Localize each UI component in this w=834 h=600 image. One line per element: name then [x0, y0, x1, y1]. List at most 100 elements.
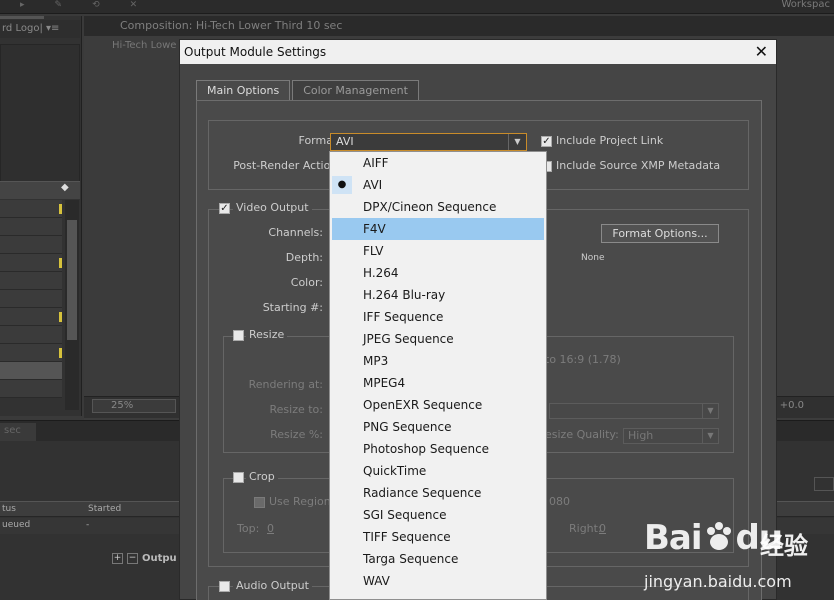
remove-output-icon[interactable]: −	[127, 553, 138, 564]
dropdown-item-f4v[interactable]: F4V	[332, 218, 544, 240]
list-item[interactable]	[0, 362, 62, 380]
dropdown-item-label: AIFF	[363, 156, 389, 170]
list-item[interactable]	[0, 290, 62, 308]
bullet-icon	[332, 528, 352, 546]
bullet-icon	[332, 286, 352, 304]
zoom-select[interactable]: 25%	[92, 399, 176, 413]
dropdown-item-label: MP3	[363, 354, 389, 368]
tab-main-options[interactable]: Main Options	[196, 80, 291, 100]
app-menubar: ▸ ✎ ⟲ ✕ Workspac	[0, 0, 834, 14]
dropdown-item-label: PNG Sequence	[363, 420, 452, 434]
dropdown-item-iff[interactable]: IFF Sequence	[330, 306, 546, 328]
composition-breadcrumb[interactable]: Hi-Tech Lowe	[112, 40, 176, 51]
dropdown-item-png[interactable]: PNG Sequence	[330, 416, 546, 438]
composition-tab[interactable]: Composition: Hi-Tech Lower Third 10 sec	[96, 18, 342, 36]
bullet-icon	[334, 220, 354, 238]
resize-quality-label: esize Quality:	[545, 428, 619, 441]
project-scrollbar[interactable]	[65, 200, 79, 410]
scroll-thumb[interactable]	[67, 220, 77, 340]
close-icon[interactable]: ✕	[755, 40, 768, 64]
list-item[interactable]	[0, 254, 62, 272]
dropdown-item-label: IFF Sequence	[363, 310, 444, 324]
chevron-down-icon: ▼	[702, 404, 718, 418]
resize-checkbox[interactable]	[233, 330, 244, 341]
resize-to-label: Resize to:	[269, 403, 324, 416]
dropdown-item-targa[interactable]: Targa Sequence	[330, 548, 546, 570]
dropdown-item-avi[interactable]: ● AVI	[330, 174, 546, 196]
resize-quality-select[interactable]: High ▼	[623, 428, 719, 444]
use-region-checkbox[interactable]	[254, 497, 265, 508]
dropdown-item-photoshop[interactable]: Photoshop Sequence	[330, 438, 546, 460]
resize-preset-select[interactable]: ▼	[549, 403, 719, 419]
dropdown-item-openexr[interactable]: OpenEXR Sequence	[330, 394, 546, 416]
panel-separator	[0, 16, 44, 19]
list-item[interactable]	[0, 200, 62, 218]
bullet-icon	[332, 330, 352, 348]
project-tab[interactable]: rd Logo| ▾≡	[0, 20, 80, 38]
list-item[interactable]	[0, 272, 62, 290]
crop-label: Crop	[246, 470, 278, 483]
crop-size-text: 080	[549, 495, 570, 508]
format-select[interactable]: AVI ▼	[330, 133, 527, 151]
tab-color-management[interactable]: Color Management	[292, 80, 419, 100]
timeline-tab[interactable]: sec	[0, 423, 36, 441]
dropdown-item-sgi[interactable]: SGI Sequence	[330, 504, 546, 526]
format-options-value: None	[581, 253, 605, 263]
row-status: ueued	[2, 520, 31, 530]
dropdown-item-mp3[interactable]: MP3	[330, 350, 546, 372]
bullet-icon	[332, 352, 352, 370]
audio-output-checkbox[interactable]	[219, 581, 230, 592]
bullet-icon	[332, 572, 352, 590]
starting-number-label: Starting #:	[262, 301, 323, 314]
list-item[interactable]	[0, 344, 62, 362]
dropdown-item-aiff[interactable]: AIFF	[330, 152, 546, 174]
bullet-icon	[332, 484, 352, 502]
bullet-icon: ●	[332, 176, 352, 194]
dropdown-item-h264-bluray[interactable]: H.264 Blu-ray	[330, 284, 546, 306]
label-color	[59, 204, 62, 214]
label-color	[59, 258, 62, 268]
dropdown-item-flv[interactable]: FLV	[330, 240, 546, 262]
list-item[interactable]	[0, 326, 62, 344]
dropdown-item-radiance[interactable]: Radiance Sequence	[330, 482, 546, 504]
dropdown-item-label: Targa Sequence	[363, 552, 459, 566]
crop-right-value[interactable]: 0	[599, 522, 606, 535]
format-options-button[interactable]: Format Options...	[601, 224, 719, 243]
watermark-cn-text: 经验	[760, 532, 808, 560]
dropdown-item-tiff[interactable]: TIFF Sequence	[330, 526, 546, 548]
dropdown-item-wav[interactable]: WAV	[330, 570, 546, 592]
dropdown-item-quicktime[interactable]: QuickTime	[330, 460, 546, 482]
video-output-checkbox[interactable]: ✓	[219, 203, 230, 214]
list-item[interactable]	[0, 380, 62, 398]
chevron-down-icon: ▼	[702, 429, 718, 443]
panel-control[interactable]	[814, 477, 834, 491]
composition-tabbar: Composition: Hi-Tech Lower Third 10 sec	[84, 16, 834, 36]
dropdown-item-jpeg[interactable]: JPEG Sequence	[330, 328, 546, 350]
coordinate-readout: +0.0	[779, 400, 804, 411]
dialog-tabs: Main Options Color Management	[196, 80, 419, 100]
bullet-icon	[332, 242, 352, 260]
list-item[interactable]	[0, 218, 62, 236]
bullet-icon	[332, 374, 352, 392]
crop-top-value[interactable]: 0	[267, 522, 274, 535]
column-started[interactable]: Started	[88, 504, 121, 514]
dropdown-item-label: F4V	[363, 222, 386, 236]
add-output-icon[interactable]: +	[112, 553, 123, 564]
crop-checkbox[interactable]	[233, 472, 244, 483]
depth-label: Depth:	[285, 251, 323, 264]
list-item[interactable]	[0, 236, 62, 254]
dropdown-item-h264[interactable]: H.264	[330, 262, 546, 284]
dropdown-item-label: QuickTime	[363, 464, 427, 478]
bullet-icon	[332, 440, 352, 458]
label-color	[59, 348, 62, 358]
include-project-link-label: Include Project Link	[556, 134, 664, 147]
bullet-icon	[332, 264, 352, 282]
dropdown-item-dpx[interactable]: DPX/Cineon Sequence	[330, 196, 546, 218]
dropdown-item-label: H.264 Blu-ray	[363, 288, 446, 302]
dropdown-item-mpeg4[interactable]: MPEG4	[330, 372, 546, 394]
tag-icon[interactable]: ◆	[61, 182, 75, 196]
column-status[interactable]: tus	[2, 504, 16, 514]
list-item[interactable]	[0, 308, 62, 326]
include-project-link-checkbox[interactable]: ✓	[541, 136, 552, 147]
output-label: Outpu	[142, 553, 177, 564]
